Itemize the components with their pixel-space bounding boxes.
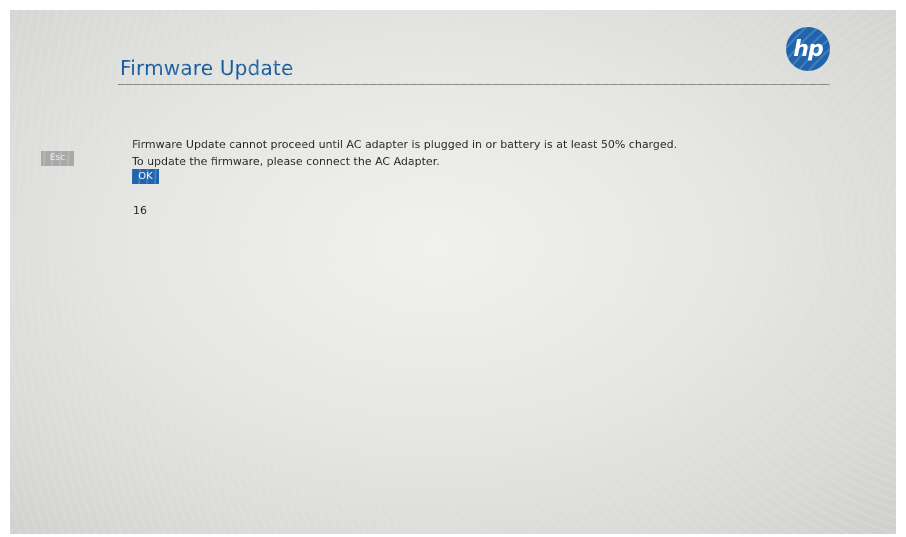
message-line-1: Firmware Update cannot proceed until AC … (132, 138, 678, 151)
title-divider (118, 84, 830, 85)
countdown-timer: 16 (133, 204, 147, 217)
ok-button[interactable]: OK (132, 169, 159, 184)
bios-screen: Firmware Update hp Esc Firmware Update c… (10, 10, 896, 534)
hp-logo: hp (786, 27, 830, 71)
page-title: Firmware Update (120, 56, 294, 80)
esc-button[interactable]: Esc (41, 151, 74, 166)
error-message: Firmware Update cannot proceed until AC … (132, 136, 677, 170)
photo-frame: Firmware Update hp Esc Firmware Update c… (0, 0, 906, 537)
hp-logo-text: hp (793, 36, 823, 62)
message-line-2: To update the firmware, please connect t… (132, 155, 440, 168)
